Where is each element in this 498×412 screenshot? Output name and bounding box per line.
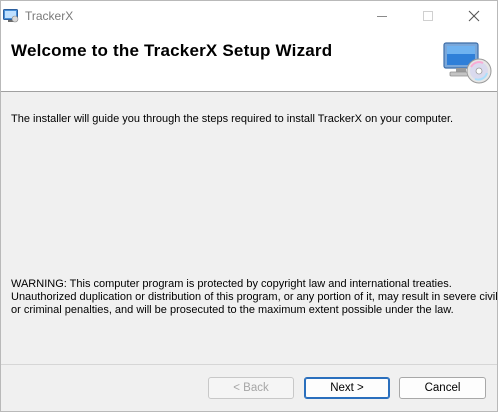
maximize-button — [405, 1, 451, 32]
footer-divider — [1, 364, 497, 365]
copyright-warning: WARNING: This computer program is protec… — [11, 278, 498, 317]
title-bar[interactable]: TrackerX — [1, 1, 497, 32]
warning-line: WARNING: This computer program is protec… — [11, 278, 452, 290]
minimize-icon — [377, 16, 387, 17]
minimize-button[interactable] — [359, 1, 405, 32]
warning-line: Unauthorized duplication or distribution… — [11, 291, 498, 303]
close-icon — [468, 10, 480, 22]
wizard-title: Welcome to the TrackerX Setup Wizard — [11, 41, 333, 60]
back-button: < Back — [208, 377, 294, 399]
setup-wizard-window: TrackerX Welcome to the TrackerX Setup W… — [0, 0, 498, 412]
intro-text: The installer will guide you through the… — [11, 113, 454, 125]
cancel-button[interactable]: Cancel — [399, 377, 486, 399]
close-button[interactable] — [451, 1, 497, 32]
wizard-header: Welcome to the TrackerX Setup Wizard — [1, 32, 497, 92]
computer-cd-icon — [443, 42, 492, 84]
maximize-icon — [423, 11, 433, 21]
next-button[interactable]: Next > — [304, 377, 390, 399]
installer-app-icon — [3, 9, 19, 23]
warning-line: or criminal penalties, and will be prose… — [11, 304, 454, 316]
window-title: TrackerX — [25, 9, 74, 23]
